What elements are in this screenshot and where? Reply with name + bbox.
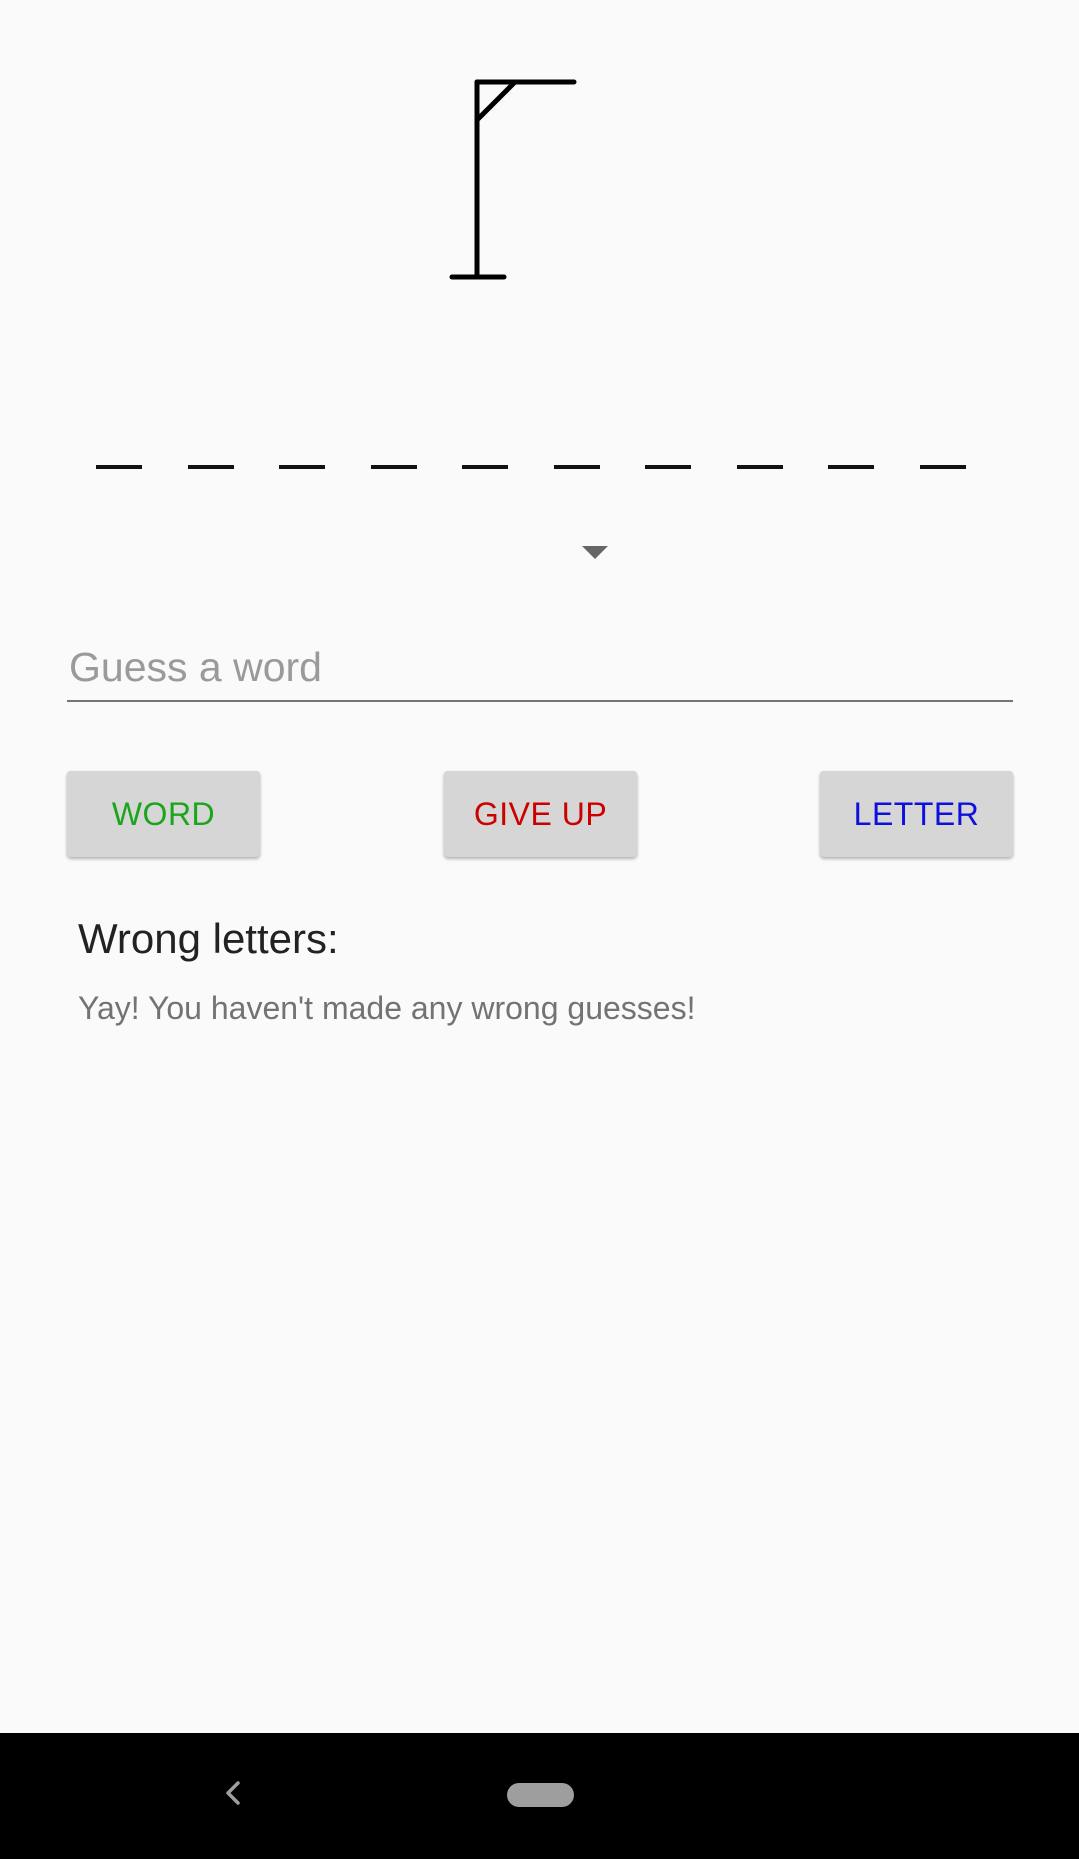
home-pill-icon[interactable] [507,1783,574,1807]
letter-slot [462,465,509,469]
give-up-button[interactable]: GIVE UP [444,771,637,857]
letter-slot [553,465,600,469]
word-button-label: WORD [111,795,216,832]
wrong-letters-title: Wrong letters: [78,915,339,962]
letter-slot [645,465,692,469]
hangman-screen: WORD GIVE UP LETTER Wrong letters: Yay! … [0,0,1079,1859]
letter-slot [279,465,326,469]
dropdown-arrow-icon[interactable] [582,546,608,559]
letter-slot [96,465,142,469]
letter-slot [828,465,875,469]
word-slots [96,452,966,482]
letter-slot [187,465,234,469]
give-up-button-label: GIVE UP [473,795,608,832]
word-button[interactable]: WORD [67,771,260,857]
letter-button-label: LETTER [853,795,980,832]
gallows-icon [449,79,577,280]
wrong-letters-message: Yay! You haven't made any wrong guesses! [78,990,696,1026]
letter-slot [919,465,966,469]
letter-slot [370,465,417,469]
guess-word-field[interactable] [67,630,1013,702]
letter-button[interactable]: LETTER [820,771,1013,857]
gallows-drawing [440,70,600,290]
guess-word-input[interactable] [67,643,1013,691]
letter-slot [736,465,783,469]
system-navigation-bar [0,1733,1079,1859]
back-icon[interactable] [218,1773,248,1813]
